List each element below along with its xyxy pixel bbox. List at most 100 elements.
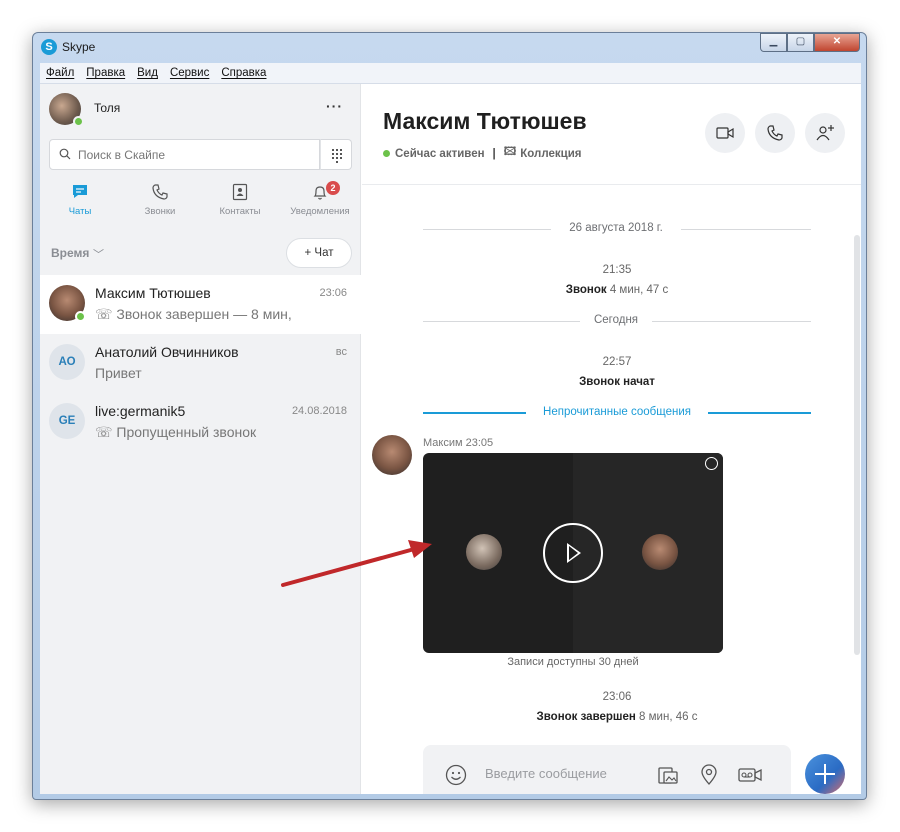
media-gallery-icon[interactable] [656,763,680,787]
call-event-label: Звонок [565,284,607,296]
call-event-duration: 4 мин, 47 с [609,284,669,296]
add-participant-button[interactable] [805,113,845,153]
online-status-icon [73,116,84,127]
phone-icon [152,184,168,200]
chat-preview: Привет [95,365,142,381]
minimize-button[interactable]: ▁ [760,33,787,52]
play-icon [567,543,581,563]
skype-window: S Skype ▁ ▢ ✕ Файл Правка Вид Сервис Спр… [32,32,867,800]
app-content: Толя ··· Поиск в Скайпе Чаты Звонки Конт… [40,84,861,794]
avatar: АО [49,344,85,380]
add-user-icon [816,125,834,141]
sort-label[interactable]: Время [51,246,89,260]
chat-name: live:germanik5 [95,403,186,419]
unread-divider-line [708,412,811,414]
contact-status: Сейчас активен [395,147,485,160]
recording-note: Записи доступны 30 дней [507,656,639,668]
scroll-thumb[interactable] [854,235,860,655]
menu-tools[interactable]: Сервис [170,67,209,79]
contact-status-row: Сейчас активен | 🖾 Коллекция [383,144,582,163]
tab-contacts[interactable]: Контакты [200,180,280,224]
tab-chats[interactable]: Чаты [40,180,120,224]
call-end-icon: ☏ [95,306,113,322]
video-camera-icon [716,127,734,139]
chat-item[interactable]: АО Анатолий Овчинников вс Привет [40,334,361,393]
more-options-icon[interactable]: ··· [326,98,343,114]
chat-preview: ☏ Звонок завершен — 8 мин, [95,306,292,323]
notifications-badge: 2 [326,181,340,195]
window-frame-bottom [40,794,861,800]
video-message-icon[interactable] [737,763,763,787]
sort-row: Время ﹀ + Чат [40,234,361,270]
separator: | [492,147,496,160]
missed-call-icon: ☏ [95,424,113,440]
contact-name[interactable]: Максим Тютюшев [383,108,587,135]
maximize-button[interactable]: ▢ [787,33,814,52]
close-button[interactable]: ✕ [814,33,860,52]
call-event: Звонок завершен 8 мин, 46 с [367,711,861,723]
gallery-link[interactable]: Коллекция [520,148,581,160]
chat-preview-text: Звонок завершен — 8 мин, [116,306,292,322]
chat-time: вс [335,346,347,358]
tab-contacts-label: Контакты [219,206,261,217]
online-status-icon [75,311,86,322]
chat-icon [73,185,87,198]
play-icon-inner [569,546,578,560]
menu-file[interactable]: Файл [46,67,74,79]
avatar[interactable] [372,435,412,475]
chevron-down-icon[interactable]: ﹀ [93,246,104,262]
call-event-label: Звонок завершен [536,711,636,723]
avatar: GE [49,403,85,439]
add-content-button[interactable] [805,754,845,794]
new-chat-button[interactable]: + Чат [286,238,352,268]
avatar [466,534,502,570]
message-input[interactable] [485,766,645,781]
tab-calls[interactable]: Звонки [120,180,200,224]
tab-notifications[interactable]: 2 Уведомления [280,180,360,224]
chat-item[interactable]: GE live:germanik5 24.08.2018 ☏ Пропущенн… [40,393,361,452]
call-event: Звонок начат [367,376,861,388]
unread-divider-line [423,412,526,414]
video-call-button[interactable] [705,113,745,153]
event-time: 23:06 [602,691,632,703]
gallery-icon: 🖾 [503,146,517,158]
chat-item[interactable]: Максим Тютюшев 23:06 ☏ Звонок завершен —… [40,275,361,334]
search-input[interactable] [78,148,308,162]
audio-call-button[interactable] [755,113,795,153]
window-title: Skype [62,40,96,54]
online-status-icon [383,150,390,157]
contacts-icon [232,183,248,201]
dialpad-icon[interactable] [320,139,352,170]
chat-name: Максим Тютюшев [95,285,211,301]
chat-preview-text: Пропущенный звонок [116,424,257,440]
menu-edit[interactable]: Правка [86,67,125,79]
conversation-panel: Максим Тютюшев Сейчас активен | 🖾 Коллек… [362,84,861,794]
play-button[interactable] [543,523,603,583]
title-bar: S Skype ▁ ▢ ✕ [33,33,866,61]
header-divider [362,184,861,185]
tab-notifications-label: Уведомления [290,206,350,217]
call-recording-video[interactable] [423,453,723,653]
location-icon[interactable] [697,763,721,787]
message-composer [423,745,791,794]
search-icon [59,148,71,160]
search-box[interactable] [49,139,320,170]
date-divider-line [681,229,811,230]
avatar [642,534,678,570]
nav-tabs: Чаты Звонки Контакты 2 Уведомления [40,180,361,224]
reaction-icon[interactable] [705,457,718,470]
event-time: 21:35 [602,264,632,276]
emoji-icon[interactable] [444,763,468,787]
menu-help[interactable]: Справка [221,67,266,79]
menu-bar: Файл Правка Вид Сервис Справка [40,63,861,84]
chat-time: 23:06 [319,287,347,299]
date-divider-line [423,229,551,230]
date-label: Сегодня [593,314,639,326]
chat-name: Анатолий Овчинников [95,344,239,360]
tab-chats-label: Чаты [68,206,92,217]
menu-view[interactable]: Вид [137,67,158,79]
profile-name[interactable]: Толя [94,101,120,115]
skype-logo-icon: S [41,39,57,55]
message-sender: Максим 23:05 [423,437,494,449]
call-event: Звонок 4 мин, 47 с [367,284,861,296]
